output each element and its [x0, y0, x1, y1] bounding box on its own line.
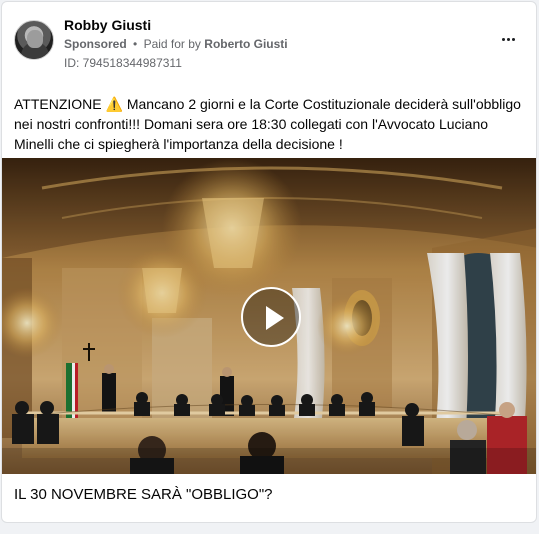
ad-id: ID: 794518344987311: [64, 56, 182, 70]
sponsored-post-card: Robby Giusti Sponsored • Paid for by Rob…: [1, 1, 537, 523]
post-text: ATTENZIONE ⚠️ Mancano 2 giorni e la Cort…: [14, 96, 521, 152]
video-thumbnail[interactable]: [2, 158, 536, 474]
meta-separator: •: [133, 37, 138, 51]
post-header: Robby Giusti Sponsored • Paid for by Rob…: [2, 2, 536, 82]
more-horizontal-icon: [501, 37, 505, 41]
paid-for-label: Paid for by: [143, 37, 201, 51]
author-avatar[interactable]: [14, 20, 54, 60]
play-button[interactable]: [241, 287, 301, 347]
author-name[interactable]: Robby Giusti: [64, 17, 151, 33]
link-headline[interactable]: IL 30 NOVEMBRE SARÀ "OBBLIGO"?: [14, 486, 273, 503]
post-meta: Sponsored • Paid for by Roberto Giusti: [64, 37, 288, 51]
more-options-button[interactable]: [498, 32, 518, 46]
sponsored-label[interactable]: Sponsored: [64, 37, 127, 51]
payer-name[interactable]: Roberto Giusti: [204, 37, 287, 51]
